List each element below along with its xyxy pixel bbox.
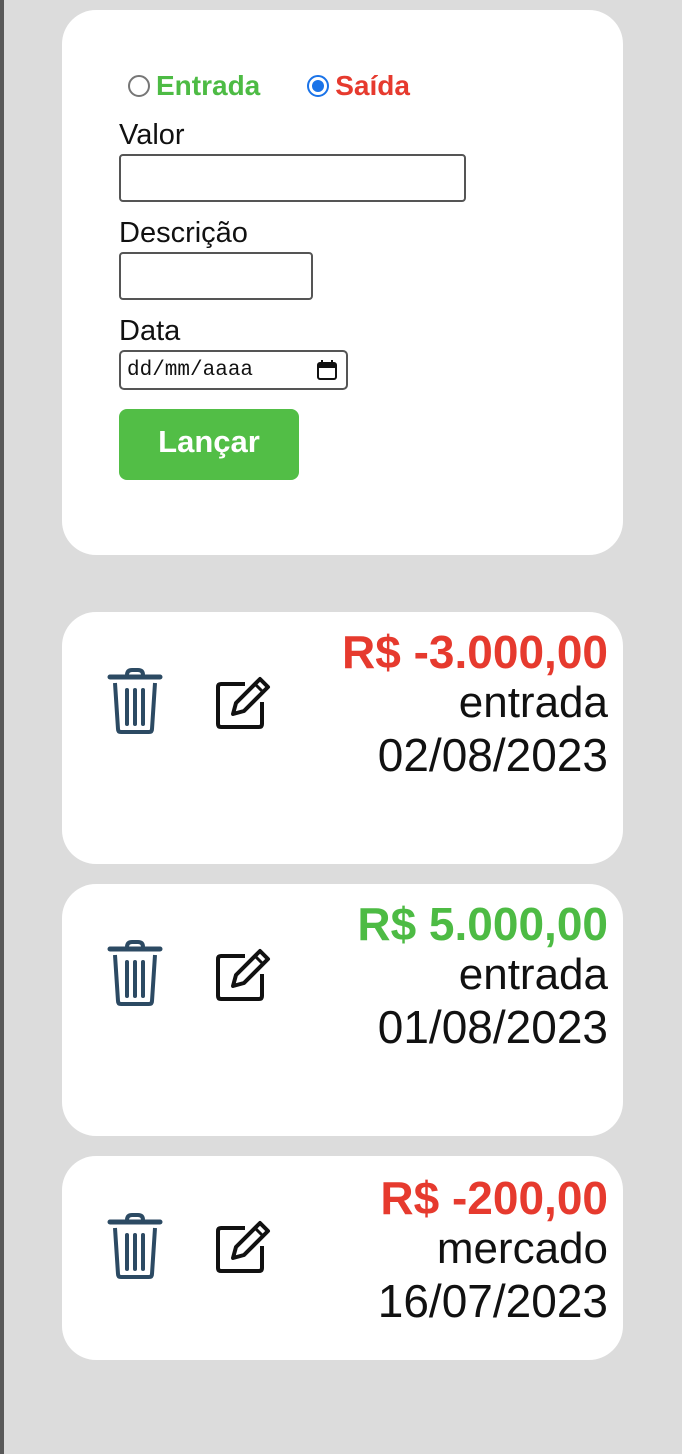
transaction-description: mercado — [436, 1224, 608, 1273]
value-label: Valor — [119, 119, 185, 151]
edit-icon[interactable] — [215, 948, 271, 1007]
edit-icon[interactable] — [215, 676, 271, 735]
transaction-amount: R$ -200,00 — [380, 1172, 608, 1224]
radio-saida[interactable] — [307, 75, 330, 97]
radio-option-entrada[interactable]: Entrada — [128, 70, 260, 102]
transaction-card: R$ -200,00 mercado 16/07/2023 — [62, 1156, 623, 1360]
radio-saida-label[interactable]: Saída — [335, 70, 410, 102]
value-input[interactable] — [119, 154, 466, 202]
description-label: Descrição — [119, 217, 248, 249]
transaction-amount: R$ 5.000,00 — [357, 898, 608, 950]
type-radio-group: Entrada Saída — [128, 70, 410, 102]
transaction-info: R$ -200,00 mercado 16/07/2023 — [318, 1172, 608, 1328]
submit-button[interactable]: Lançar — [119, 409, 299, 480]
radio-entrada-label[interactable]: Entrada — [156, 70, 260, 102]
transaction-description: entrada — [458, 678, 608, 727]
radio-entrada[interactable] — [128, 75, 150, 97]
trash-icon[interactable] — [107, 668, 163, 739]
radio-option-saida[interactable]: Saída — [307, 70, 410, 102]
window-left-edge — [0, 0, 4, 1454]
transaction-date: 01/08/2023 — [377, 1001, 608, 1053]
transaction-date: 02/08/2023 — [377, 729, 608, 781]
description-input[interactable] — [119, 252, 313, 300]
transaction-card: R$ 5.000,00 entrada 01/08/2023 — [62, 884, 623, 1136]
date-placeholder: dd/mm/aaaa — [127, 358, 254, 382]
transaction-amount: R$ -3.000,00 — [342, 626, 608, 678]
calendar-icon[interactable] — [314, 357, 340, 383]
transaction-card: R$ -3.000,00 entrada 02/08/2023 — [62, 612, 623, 864]
date-label: Data — [119, 315, 181, 347]
date-input[interactable]: dd/mm/aaaa — [119, 350, 348, 390]
edit-icon[interactable] — [215, 1220, 271, 1279]
trash-icon[interactable] — [107, 1213, 163, 1284]
transaction-info: R$ 5.000,00 entrada 01/08/2023 — [318, 898, 608, 1054]
transaction-description: entrada — [458, 950, 608, 999]
transaction-form-card: Entrada Saída Valor Descrição Data dd/mm… — [62, 10, 623, 555]
transaction-date: 16/07/2023 — [377, 1275, 608, 1327]
transaction-info: R$ -3.000,00 entrada 02/08/2023 — [318, 626, 608, 782]
trash-icon[interactable] — [107, 940, 163, 1011]
